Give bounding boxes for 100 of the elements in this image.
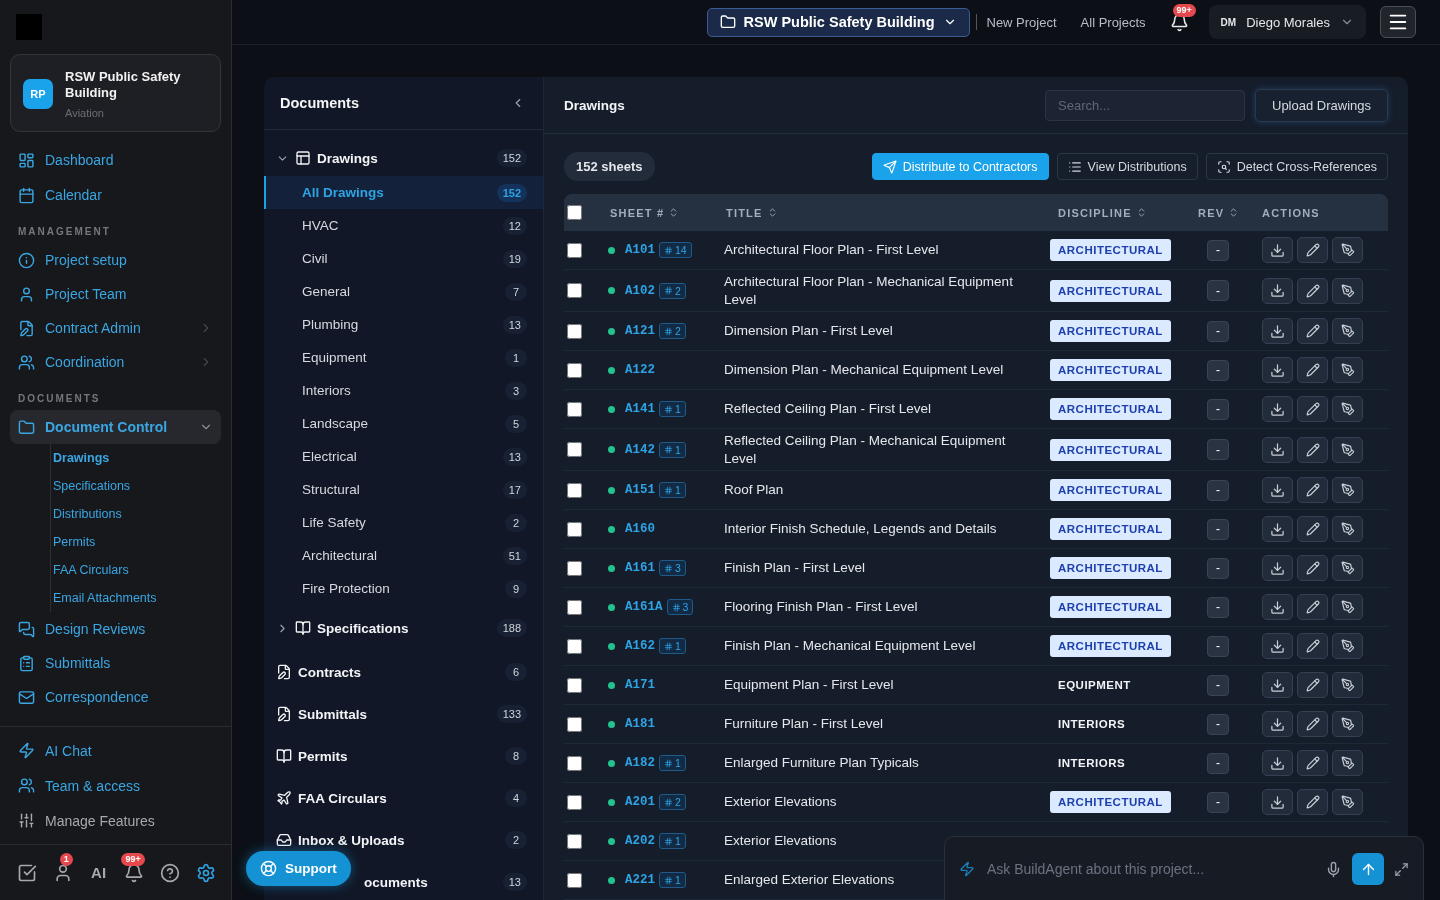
edit-button[interactable] (1297, 555, 1328, 581)
tree-item[interactable]: Structural 17 (264, 473, 543, 506)
chat-input[interactable]: Ask BuildAgent about this project... (985, 860, 1315, 878)
column-header[interactable]: SHEET # (602, 194, 716, 231)
tree-group[interactable]: Contracts 6 (264, 651, 543, 693)
tree-item[interactable]: Interiors 3 (264, 374, 543, 407)
select-all-checkbox[interactable] (567, 205, 582, 220)
markup-button[interactable] (1332, 750, 1363, 776)
row-checkbox[interactable] (567, 323, 582, 339)
sheet-number[interactable]: A201 (625, 795, 655, 809)
tree-item[interactable]: Plumbing 13 (264, 308, 543, 341)
tree-group[interactable]: FAA Circulars 4 (264, 777, 543, 819)
row-checkbox[interactable] (567, 401, 582, 417)
nav-item[interactable]: Project setup (10, 243, 221, 277)
download-button[interactable] (1262, 477, 1293, 503)
menu-button[interactable] (1380, 6, 1416, 38)
toolbar-button[interactable]: View Distributions (1056, 153, 1198, 180)
nav-link[interactable]: New Project (986, 14, 1057, 30)
sheet-number[interactable]: A122 (625, 363, 655, 377)
sheet-number[interactable]: A182 (625, 756, 655, 770)
send-button[interactable] (1352, 853, 1384, 885)
tree-item[interactable]: Equipment 1 (264, 341, 543, 374)
edit-button[interactable] (1297, 318, 1328, 344)
sheet-number[interactable]: A121 (625, 324, 655, 338)
download-button[interactable] (1262, 594, 1293, 620)
markup-button[interactable] (1332, 633, 1363, 659)
sub-nav-item[interactable]: Email Attachments (51, 584, 221, 612)
sub-nav-item[interactable]: Distributions (51, 500, 221, 528)
edit-button[interactable] (1297, 237, 1328, 263)
markup-button[interactable] (1332, 436, 1363, 463)
download-button[interactable] (1262, 555, 1293, 581)
row-checkbox[interactable] (567, 362, 582, 378)
download-button[interactable] (1262, 789, 1293, 815)
tree-group[interactable]: Submittals 133 (264, 693, 543, 735)
tree-item[interactable]: Life Safety 2 (264, 506, 543, 539)
download-button[interactable] (1262, 237, 1293, 263)
row-checkbox[interactable] (567, 677, 582, 693)
download-button[interactable] (1262, 633, 1293, 659)
expand-button[interactable] (1394, 861, 1409, 877)
tree-group[interactable]: Drawings 152 (264, 140, 543, 176)
sheet-number[interactable]: A202 (625, 834, 655, 848)
sheet-number[interactable]: A141 (625, 402, 655, 416)
row-checkbox[interactable] (567, 638, 582, 654)
project-selector[interactable]: RSW Public Safety Building (706, 7, 970, 37)
tree-item[interactable]: Architectural 51 (264, 539, 543, 572)
markup-button[interactable] (1332, 711, 1363, 737)
sheet-number[interactable]: A160 (625, 522, 655, 536)
sub-nav-item[interactable]: FAA Circulars (51, 556, 221, 584)
tree-group[interactable]: Specifications 188 (264, 605, 543, 651)
tree-item[interactable]: HVAC 12 (264, 209, 543, 242)
row-checkbox[interactable] (567, 599, 582, 615)
edit-button[interactable] (1297, 436, 1328, 463)
edit-button[interactable] (1297, 357, 1328, 383)
tree-item[interactable]: Fire Protection 9 (264, 572, 543, 605)
sheet-number[interactable]: A101 (625, 243, 655, 257)
edit-button[interactable] (1297, 516, 1328, 542)
nav-link[interactable]: All Projects (1080, 14, 1146, 30)
search-field[interactable]: Search... (1045, 89, 1245, 121)
microphone-button[interactable] (1325, 860, 1342, 878)
markup-button[interactable] (1332, 396, 1363, 422)
nav-item[interactable]: Contract Admin (10, 311, 221, 345)
download-button[interactable] (1262, 516, 1293, 542)
nav-item[interactable]: Dashboard (10, 142, 221, 178)
edit-button[interactable] (1297, 594, 1328, 620)
markup-button[interactable] (1332, 277, 1363, 304)
settings-button[interactable] (195, 861, 217, 884)
upload-button[interactable]: Upload Drawings (1255, 88, 1388, 122)
tree-item[interactable]: Landscape 5 (264, 407, 543, 440)
edit-button[interactable] (1297, 477, 1328, 503)
row-checkbox[interactable] (567, 560, 582, 576)
download-button[interactable] (1262, 396, 1293, 422)
tree-item[interactable]: General 7 (264, 275, 543, 308)
project-card[interactable]: RP RSW Public Safety Building Aviation (10, 54, 221, 132)
markup-button[interactable] (1332, 357, 1363, 383)
edit-button[interactable] (1297, 750, 1328, 776)
download-button[interactable] (1262, 436, 1293, 463)
column-header[interactable]: REV (1190, 194, 1252, 231)
tree-item[interactable]: Electrical 13 (264, 440, 543, 473)
sub-nav-item[interactable]: Drawings (51, 444, 221, 472)
row-checkbox[interactable] (567, 716, 582, 732)
markup-button[interactable] (1332, 672, 1363, 698)
sheet-number[interactable]: A181 (625, 717, 655, 731)
markup-button[interactable] (1332, 237, 1363, 263)
help-button[interactable] (159, 861, 182, 884)
row-checkbox[interactable] (567, 833, 582, 849)
sheet-number[interactable]: A151 (625, 483, 655, 497)
download-button[interactable] (1262, 357, 1293, 383)
nav-item[interactable]: AI Chat (10, 733, 221, 768)
markup-button[interactable] (1332, 516, 1363, 542)
tree-group[interactable]: Permits 8 (264, 735, 543, 777)
edit-button[interactable] (1297, 789, 1328, 815)
download-button[interactable] (1262, 672, 1293, 698)
edit-button[interactable] (1297, 277, 1328, 304)
edit-button[interactable] (1297, 672, 1328, 698)
sheet-number[interactable]: A221 (625, 873, 655, 887)
nav-item[interactable]: Submittals (10, 646, 221, 680)
ai-button[interactable]: AI (87, 861, 110, 884)
sub-nav-item[interactable]: Permits (51, 528, 221, 556)
sheet-number[interactable]: A142 (625, 442, 655, 457)
row-checkbox[interactable] (567, 755, 582, 771)
